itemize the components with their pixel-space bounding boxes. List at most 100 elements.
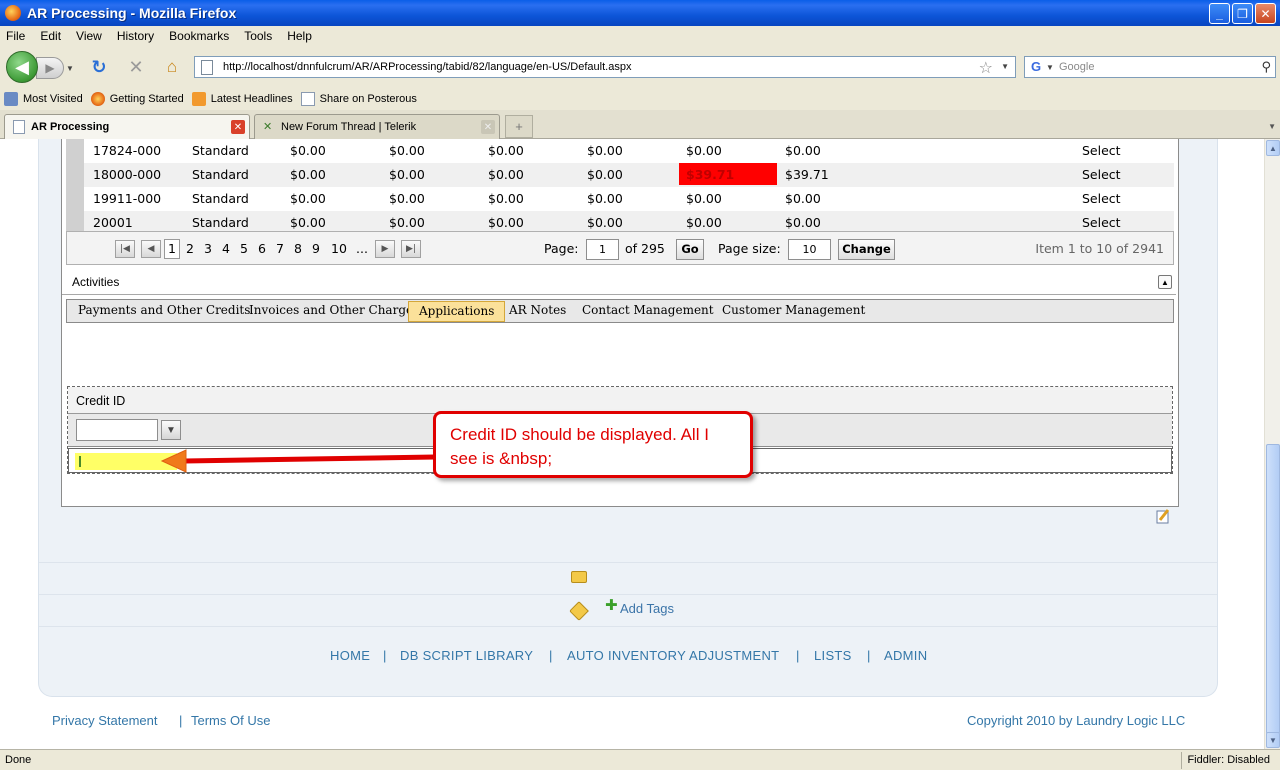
page-number-input[interactable]: 1	[586, 239, 619, 260]
reload-icon[interactable]: ↻	[88, 56, 110, 78]
cell-type: Standard	[192, 191, 249, 206]
tab-ar-processing[interactable]: AR Processing ✕	[4, 114, 250, 139]
menu-view[interactable]: View	[76, 29, 102, 43]
menu-edit[interactable]: Edit	[40, 29, 61, 43]
nav-db-script-library[interactable]: DB SCRIPT LIBRARY	[400, 648, 533, 663]
page-link-more[interactable]: ...	[356, 241, 368, 256]
new-tab-button[interactable]: +	[505, 115, 533, 138]
fiddler-status[interactable]: Fiddler: Disabled	[1187, 754, 1270, 766]
page-link[interactable]: 6	[258, 241, 266, 256]
bookmark-most-visited[interactable]: Most Visited	[4, 92, 83, 106]
collapse-icon[interactable]: ▲	[1158, 275, 1172, 289]
nav-lists[interactable]: LISTS	[814, 648, 852, 663]
menu-file[interactable]: File	[6, 29, 25, 43]
nav-admin[interactable]: ADMIN	[884, 648, 927, 663]
row-selector[interactable]	[66, 163, 84, 187]
bookmark-getting-started[interactable]: Getting Started	[90, 92, 184, 106]
page-link[interactable]: 10	[331, 241, 347, 256]
tab-new-forum-thread[interactable]: ✕ New Forum Thread | Telerik ✕	[254, 114, 500, 139]
go-button[interactable]: Go	[676, 239, 704, 260]
filter-icon[interactable]: ▼	[161, 420, 181, 440]
search-engine-dropdown-icon[interactable]: ▼	[1046, 63, 1054, 72]
page-icon	[300, 92, 315, 106]
page-link-current[interactable]: 1	[164, 239, 180, 259]
search-input[interactable]: G ▼ Google ⚲	[1024, 56, 1276, 78]
tab-customer-management[interactable]: Customer Management	[722, 300, 865, 322]
page-link[interactable]: 4	[222, 241, 230, 256]
url-bar[interactable]: http://localhost/dnnfulcrum/AR/ARProcess…	[194, 56, 1016, 78]
tab-payments[interactable]: Payments and Other Credits	[78, 300, 250, 322]
credit-id-filter-input[interactable]	[76, 419, 158, 441]
select-link[interactable]: Select	[1082, 215, 1121, 230]
search-icon[interactable]: ⚲	[1261, 59, 1271, 75]
next-page-icon[interactable]: ▶	[375, 240, 395, 258]
credit-grid-header[interactable]: Credit ID	[68, 387, 1172, 414]
first-page-icon[interactable]: |◀	[115, 240, 135, 258]
home-icon[interactable]: ⌂	[161, 56, 183, 78]
nav-auto-inventory-adjustment[interactable]: AUTO INVENTORY ADJUSTMENT	[567, 648, 779, 663]
page-link[interactable]: 8	[294, 241, 302, 256]
google-icon[interactable]: G	[1028, 59, 1044, 75]
bookmark-latest-headlines[interactable]: Latest Headlines	[191, 92, 293, 106]
plus-icon[interactable]: ✚	[605, 596, 618, 614]
add-tags-link[interactable]: Add Tags	[620, 601, 674, 616]
tab-contact-management[interactable]: Contact Management	[582, 300, 714, 322]
select-link[interactable]: Select	[1082, 191, 1121, 206]
tab-invoices[interactable]: Invoices and Other Charges	[249, 300, 419, 322]
change-button[interactable]: Change	[838, 239, 895, 260]
tab-ar-notes[interactable]: AR Notes	[509, 300, 566, 322]
bookmark-star-icon[interactable]: ☆	[979, 58, 993, 78]
maximize-button[interactable]: ❐	[1232, 3, 1253, 24]
tab-applications[interactable]: Applications	[408, 301, 506, 322]
row-selector[interactable]	[66, 139, 84, 163]
row-selector[interactable]	[66, 187, 84, 211]
terms-of-use-link[interactable]: Terms Of Use	[191, 713, 270, 728]
menu-bookmarks[interactable]: Bookmarks	[169, 29, 229, 43]
page-link[interactable]: 9	[312, 241, 320, 256]
page-link[interactable]: 2	[186, 241, 194, 256]
activities-panel-header: Activities ▲	[62, 269, 1176, 295]
table-row[interactable]: 17824-000 Standard $0.00 $0.00 $0.00 $0.…	[66, 139, 1174, 163]
history-dropdown-icon[interactable]: ▼	[66, 64, 74, 73]
arrow-shaft	[184, 454, 436, 464]
close-window-button[interactable]: ✕	[1255, 3, 1276, 24]
last-page-icon[interactable]: ▶|	[401, 240, 421, 258]
table-row[interactable]: 18000-000 Standard $0.00 $0.00 $0.00 $0.…	[66, 163, 1174, 187]
page-link[interactable]: 7	[276, 241, 284, 256]
bookmark-share-on-posterous[interactable]: Share on Posterous	[300, 92, 417, 106]
stop-icon[interactable]: ✕	[125, 56, 147, 78]
select-link[interactable]: Select	[1082, 167, 1121, 182]
minimize-button[interactable]: _	[1209, 3, 1230, 24]
select-link[interactable]: Select	[1082, 143, 1121, 158]
nav-home[interactable]: HOME	[330, 648, 370, 663]
menu-tools[interactable]: Tools	[244, 29, 272, 43]
bookmarks-folder-icon	[4, 92, 18, 106]
scrollbar-thumb[interactable]	[1266, 444, 1280, 734]
item-summary: Item 1 to 10 of 2941	[1035, 241, 1164, 256]
tab-list-dropdown-icon[interactable]: ▼	[1268, 122, 1276, 131]
credit-id-column-header[interactable]: Credit ID	[76, 394, 125, 408]
forward-button[interactable]: ▶	[36, 57, 64, 79]
url-dropdown-icon[interactable]: ▼	[1001, 62, 1009, 71]
scroll-up-icon[interactable]: ▲	[1266, 140, 1280, 156]
prev-page-icon[interactable]: ◀	[141, 240, 161, 258]
page-link[interactable]: 3	[204, 241, 212, 256]
close-tab-icon[interactable]: ✕	[481, 120, 495, 134]
page-link[interactable]: 5	[240, 241, 248, 256]
page-size-input[interactable]: 10	[788, 239, 831, 260]
edit-icon[interactable]	[1156, 508, 1170, 524]
menu-history[interactable]: History	[117, 29, 154, 43]
bookmark-label: Getting Started	[109, 93, 184, 105]
back-button[interactable]: ◀	[6, 51, 38, 83]
table-row[interactable]: 19911-000 Standard $0.00 $0.00 $0.00 $0.…	[66, 187, 1174, 211]
tab-strip: AR Processing ✕ ✕ New Forum Thread | Tel…	[0, 110, 1280, 139]
menu-help[interactable]: Help	[287, 29, 312, 43]
folder-icon[interactable]	[571, 571, 587, 583]
scroll-down-icon[interactable]: ▼	[1266, 732, 1280, 748]
privacy-statement-link[interactable]: Privacy Statement	[52, 713, 158, 728]
close-tab-icon[interactable]: ✕	[231, 120, 245, 134]
bookmarks-toolbar: Most Visited Getting Started Latest Head…	[0, 88, 1280, 110]
window-title: AR Processing - Mozilla Firefox	[27, 5, 237, 21]
cell-amount: $0.00	[488, 191, 524, 206]
vertical-scrollbar[interactable]: ▲ ▼	[1264, 139, 1280, 749]
